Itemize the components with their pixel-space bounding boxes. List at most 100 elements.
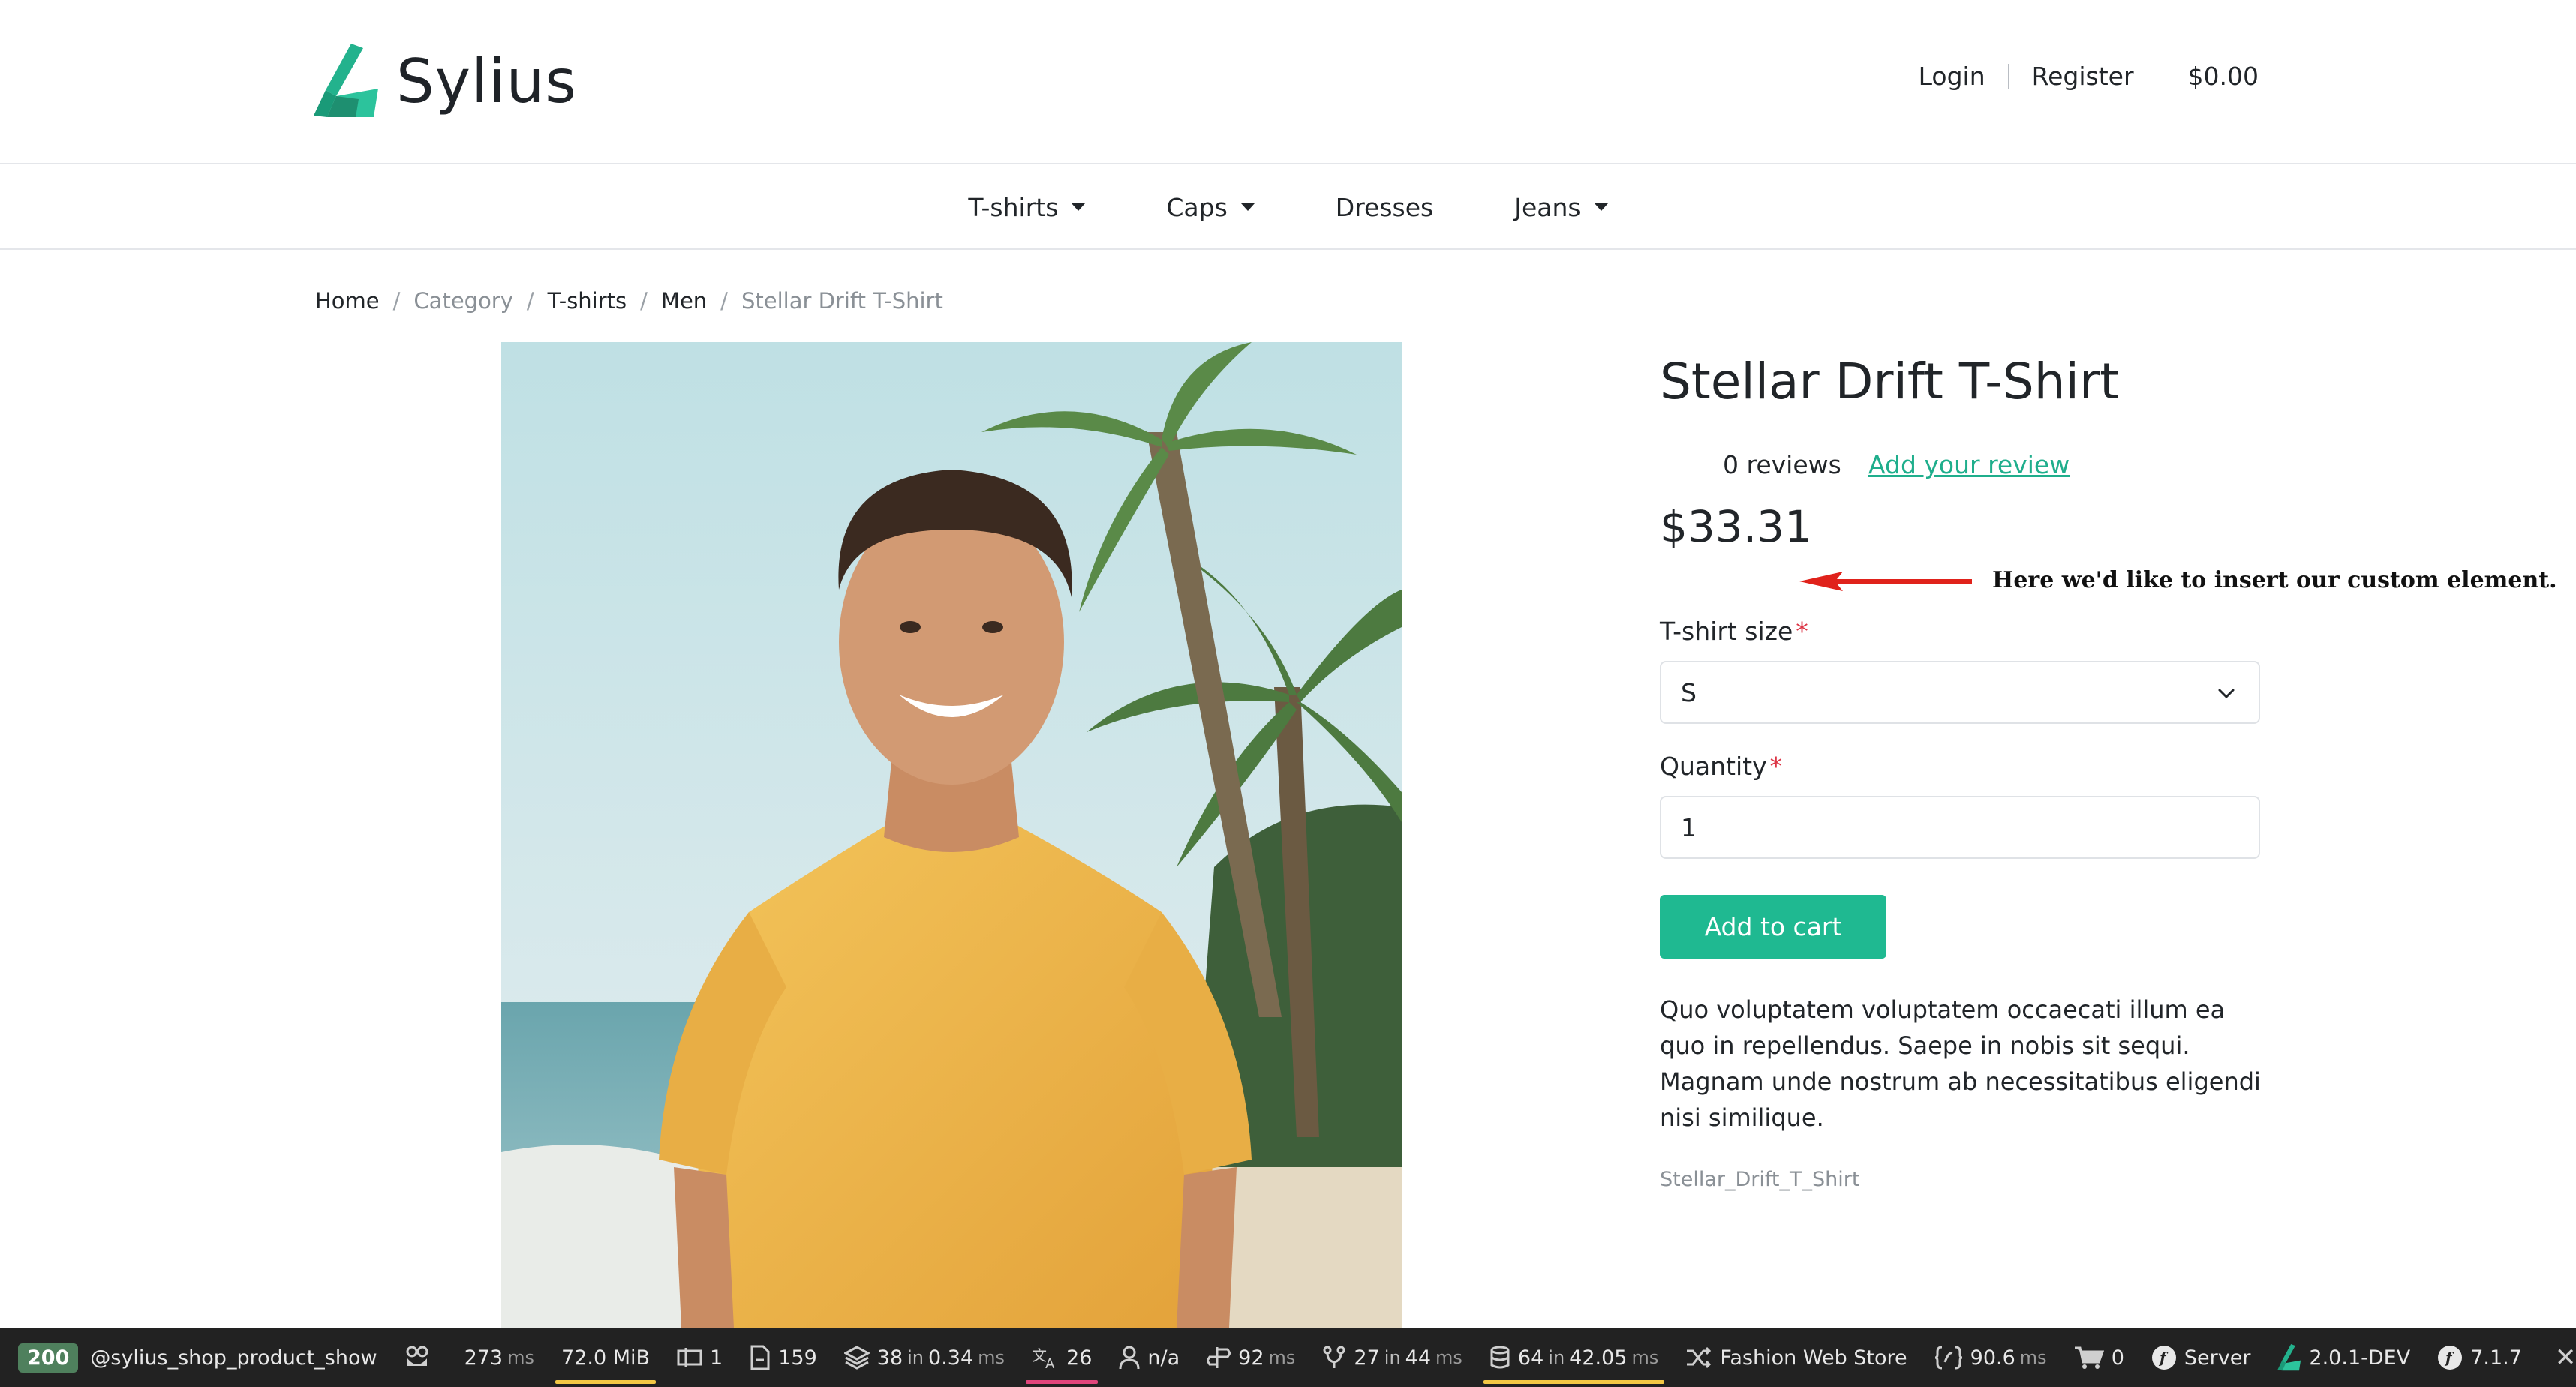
toolbar-translations[interactable]: 文 A 26 xyxy=(1018,1328,1105,1387)
toolbar-server[interactable]: f Server xyxy=(2138,1328,2265,1387)
cache-unit: ms xyxy=(978,1347,1005,1368)
symfony-version: 7.1.7 xyxy=(2470,1346,2522,1370)
register-link[interactable]: Register xyxy=(2032,62,2134,91)
user-icon xyxy=(1119,1346,1140,1370)
product-title: Stellar Drift T-Shirt xyxy=(1660,353,2119,410)
breadcrumb-separator: / xyxy=(640,288,648,314)
size-label: T-shirt size * xyxy=(1660,617,1808,646)
cart-items-count: 0 xyxy=(2111,1346,2124,1370)
workflow-count: 27 xyxy=(1354,1346,1380,1370)
caret-down-icon xyxy=(1240,203,1255,211)
sylius-logo[interactable]: Sylius xyxy=(314,44,577,119)
debug-toolbar: 200 @sylius_shop_product_show 273 ms 72.0… xyxy=(0,1328,2576,1387)
breadcrumb-tshirts[interactable]: T-shirts xyxy=(548,288,627,314)
add-to-cart-button[interactable]: Add to cart xyxy=(1660,895,1886,959)
toolbar-events[interactable]: 92 ms xyxy=(1193,1328,1309,1387)
toolbar-symfony-version[interactable]: f 7.1.7 xyxy=(2424,1328,2535,1387)
product-description: Quo voluptatem voluptatem occaecati illu… xyxy=(1660,995,2261,1132)
nav-item-caps[interactable]: Caps xyxy=(1166,192,1255,222)
workflow-time: 44 xyxy=(1405,1346,1432,1370)
toolbar-forms[interactable]: 1 xyxy=(663,1328,736,1387)
reviews-count: 0 reviews xyxy=(1723,450,1841,479)
breadcrumb: Home / Category / T-shirts / Men / Stell… xyxy=(315,288,943,314)
toolbar-cart[interactable]: 0 xyxy=(2060,1328,2138,1387)
toolbar-cache[interactable]: 38 in 0.34 ms xyxy=(831,1328,1018,1387)
time-unit: ms xyxy=(507,1347,535,1368)
size-label-text: T-shirt size xyxy=(1660,617,1793,646)
login-link[interactable]: Login xyxy=(1919,62,1985,91)
frog-icon xyxy=(406,1346,428,1366)
annotation-text: Here we'd like to insert our custom elem… xyxy=(1992,567,2557,593)
toolbar-twig[interactable]: 90.6 ms xyxy=(1921,1328,2060,1387)
breadcrumb-separator: / xyxy=(526,288,534,314)
svg-text:文: 文 xyxy=(1032,1346,1047,1364)
time-value: 273 xyxy=(464,1346,503,1370)
db-queries: 64 xyxy=(1517,1346,1544,1370)
events-unit: ms xyxy=(1268,1347,1296,1368)
annotation-arrow-icon xyxy=(1799,572,1972,591)
toolbar-request[interactable]: 200 @sylius_shop_product_show xyxy=(0,1328,391,1387)
toolbar-time[interactable]: 273 ms xyxy=(451,1328,548,1387)
breadcrumb-category: Category xyxy=(413,288,513,314)
toolbar-workflow[interactable]: 27 in 44 ms xyxy=(1309,1328,1476,1387)
product-image[interactable] xyxy=(501,342,1402,1328)
route-name: @sylius_shop_product_show xyxy=(90,1346,377,1370)
svg-text:A: A xyxy=(1045,1356,1055,1370)
nav-item-label: Dresses xyxy=(1335,192,1434,222)
workflow-unit: ms xyxy=(1435,1347,1462,1368)
toolbar-sylius-version[interactable]: 2.0.1-DEV xyxy=(2264,1328,2424,1387)
sylius-logo-icon xyxy=(314,44,378,117)
memory-value: 72.0 MiB xyxy=(561,1346,651,1370)
toolbar-frog[interactable] xyxy=(391,1328,451,1387)
translations-count: 26 xyxy=(1066,1346,1093,1370)
merge-icon xyxy=(1323,1346,1345,1368)
nav-item-dresses[interactable]: Dresses xyxy=(1336,193,1433,222)
toolbar-memory[interactable]: 72.0 MiB xyxy=(548,1328,663,1387)
form-icon xyxy=(677,1348,702,1367)
add-review-link[interactable]: Add your review xyxy=(1868,450,2070,479)
cache-time: 0.34 xyxy=(928,1346,974,1370)
quantity-input[interactable] xyxy=(1660,796,2260,859)
toolbar-channel[interactable]: Fashion Web Store xyxy=(1672,1328,1920,1387)
shuffle-icon xyxy=(1687,1346,1712,1369)
nav-item-label: Caps xyxy=(1166,192,1228,222)
sylius-version-icon xyxy=(2277,1344,2301,1371)
site-header: Sylius Login Register $0.00 xyxy=(0,0,2576,164)
document-icon xyxy=(750,1345,770,1370)
events-time: 92 xyxy=(1238,1346,1264,1370)
close-toolbar-button[interactable]: ✕ xyxy=(2535,1343,2576,1373)
nav-item-jeans[interactable]: Jeans xyxy=(1514,193,1608,222)
status-badge: 200 xyxy=(18,1343,79,1373)
product-price: $33.31 xyxy=(1660,501,1812,552)
layers-icon xyxy=(843,1346,870,1370)
requests-count: 159 xyxy=(778,1346,817,1370)
nav-item-label: T-shirts xyxy=(968,192,1059,222)
main-navigation: T-shirts Caps Dresses Jeans xyxy=(0,166,2576,250)
size-selected-value: S xyxy=(1681,677,1697,707)
cart-total-link[interactable]: $0.00 xyxy=(2188,62,2259,91)
user-links: Login Register $0.00 xyxy=(1919,62,2259,91)
quantity-label-text: Quantity xyxy=(1660,752,1767,781)
caret-down-icon xyxy=(1594,203,1608,211)
twig-unit: ms xyxy=(2019,1347,2047,1368)
server-label: Server xyxy=(2184,1346,2251,1370)
breadcrumb-men[interactable]: Men xyxy=(661,288,707,314)
db-time: 42.05 xyxy=(1569,1346,1628,1370)
breadcrumb-home[interactable]: Home xyxy=(315,288,380,314)
translation-icon: 文 A xyxy=(1032,1346,1055,1370)
cache-count: 38 xyxy=(876,1346,903,1370)
toolbar-requests[interactable]: 159 xyxy=(736,1328,831,1387)
user-links-divider xyxy=(2007,63,2009,89)
breadcrumb-current: Stellar Drift T-Shirt xyxy=(741,288,943,314)
twig-braces-icon xyxy=(1934,1346,1962,1370)
workflow-in: in xyxy=(1384,1347,1401,1368)
twig-time: 90.6 xyxy=(1970,1346,2015,1370)
nav-item-tshirts[interactable]: T-shirts xyxy=(968,192,1086,222)
toolbar-database[interactable]: 64 in 42.05 ms xyxy=(1476,1328,1672,1387)
breadcrumb-separator: / xyxy=(392,288,401,314)
product-photo xyxy=(501,342,1402,1328)
database-icon xyxy=(1490,1346,1510,1369)
toolbar-user[interactable]: n/a xyxy=(1105,1328,1193,1387)
symfony-version-icon: f xyxy=(2438,1346,2463,1370)
size-select[interactable]: S xyxy=(1660,661,2260,724)
